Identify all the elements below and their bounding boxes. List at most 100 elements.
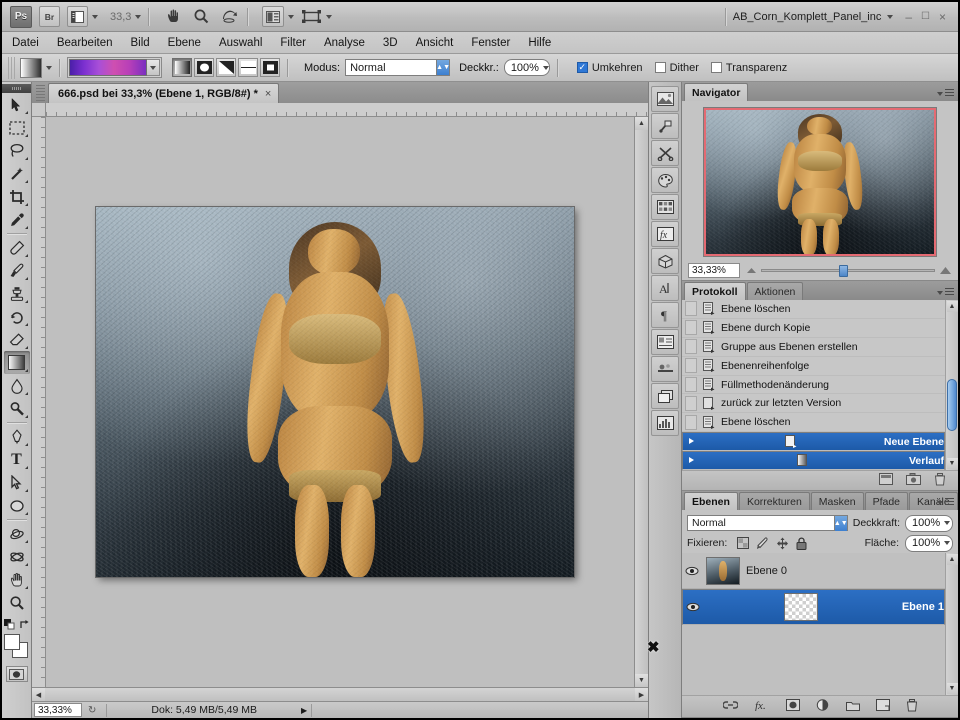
- tab-ebenen[interactable]: Ebenen: [684, 492, 738, 510]
- type-tool[interactable]: T: [4, 448, 30, 471]
- 3d-orbit-tool[interactable]: [4, 545, 30, 568]
- layer-opacity-input[interactable]: 100%: [905, 514, 953, 532]
- scissors-icon[interactable]: [651, 140, 679, 166]
- layer-blend-mode-select[interactable]: Normal ▲▼: [687, 515, 848, 531]
- animation-icon[interactable]: [651, 356, 679, 382]
- history-state-box[interactable]: [685, 377, 697, 392]
- hand-tool-button[interactable]: [163, 6, 184, 27]
- opacity-chevron-down-icon[interactable]: [542, 65, 549, 70]
- history-row[interactable]: zurück zur letzten Version: [682, 394, 945, 414]
- restore-button[interactable]: ☐: [921, 11, 930, 22]
- tab-navigator[interactable]: Navigator: [684, 83, 749, 101]
- menu-filter[interactable]: Filter: [280, 37, 306, 49]
- checkbox-transparenz[interactable]: Transparenz: [710, 62, 787, 74]
- link-layers-icon[interactable]: [721, 700, 739, 713]
- menu-hilfe[interactable]: Hilfe: [528, 37, 551, 49]
- gradient-preset-chevron-down-icon[interactable]: [147, 59, 160, 76]
- history-panel-menu-icon[interactable]: [933, 288, 954, 297]
- delete-state-icon[interactable]: [934, 472, 946, 489]
- gradient-preview-swatch[interactable]: [69, 59, 147, 76]
- lock-image-pixels-icon[interactable]: [756, 537, 769, 549]
- ellipse-shape-tool[interactable]: [4, 494, 30, 517]
- screen-mode-button[interactable]: [262, 6, 285, 27]
- blend-mode-chevron-icon[interactable]: ▲▼: [436, 60, 450, 75]
- menu-datei[interactable]: Datei: [12, 37, 39, 49]
- navigator-zoom-input[interactable]: 33,33%: [688, 262, 740, 278]
- rectangular-marquee-tool[interactable]: [4, 116, 30, 139]
- rotate-view-tool-button[interactable]: [219, 6, 240, 27]
- gradient-picker[interactable]: [67, 57, 162, 78]
- minimize-button[interactable]: –: [905, 10, 912, 24]
- history-state-box[interactable]: [685, 358, 697, 374]
- mini-bridge-icon[interactable]: [651, 86, 679, 112]
- opacity-input[interactable]: 100%: [503, 59, 550, 76]
- artboard-image[interactable]: [96, 207, 574, 577]
- view-extras-chevron-down-icon[interactable]: [92, 14, 98, 19]
- menu-analyse[interactable]: Analyse: [324, 37, 365, 49]
- zoom-in-icon[interactable]: [939, 265, 952, 276]
- canvas-viewport[interactable]: [46, 117, 634, 687]
- umkehren-checkbox[interactable]: ✓: [576, 62, 588, 73]
- color-panel-icon[interactable]: [651, 167, 679, 193]
- navigator-zoom-slider[interactable]: [746, 263, 952, 278]
- status-popup-arrow-icon[interactable]: ▶: [301, 706, 307, 715]
- clone-stamp-tool[interactable]: [4, 282, 30, 305]
- status-refresh-icon[interactable]: ↻: [88, 705, 96, 716]
- 3d-rotate-tool[interactable]: [4, 522, 30, 545]
- spot-healing-brush-tool[interactable]: [4, 236, 30, 259]
- view-extras-button[interactable]: [67, 6, 88, 27]
- menu-fenster[interactable]: Fenster: [471, 37, 510, 49]
- zoom-tool[interactable]: [4, 591, 30, 614]
- quick-mask-button[interactable]: [5, 666, 28, 682]
- blend-mode-select[interactable]: Normal ▲▼: [345, 59, 451, 76]
- ruler-corner[interactable]: [32, 103, 46, 117]
- styles-icon[interactable]: fx: [651, 221, 679, 247]
- layers-scrollbar[interactable]: ▲ ▼: [945, 553, 958, 695]
- tab-masken[interactable]: Masken: [810, 492, 864, 510]
- 3d-panel-icon[interactable]: [651, 248, 679, 274]
- swap-colors-icon[interactable]: [19, 619, 30, 630]
- scroll-up-arrow-icon[interactable]: ▲: [635, 117, 648, 130]
- histogram-icon[interactable]: [651, 410, 679, 436]
- layers-panel-menu-icon[interactable]: [933, 498, 954, 507]
- menu-ebene[interactable]: Ebene: [168, 37, 201, 49]
- lasso-tool[interactable]: [4, 139, 30, 162]
- zoom-slider-thumb[interactable]: [839, 264, 849, 277]
- transparenz-checkbox[interactable]: [710, 62, 722, 73]
- scroll-right-arrow-icon[interactable]: ▶: [635, 688, 648, 701]
- history-row[interactable]: Verlauf: [682, 451, 945, 470]
- zoom-tool-button[interactable]: [191, 6, 212, 27]
- eraser-tool[interactable]: [4, 328, 30, 351]
- document-chevron-down-icon[interactable]: [887, 14, 894, 19]
- toolbox-grip[interactable]: [2, 84, 31, 93]
- document-vertical-scrollbar[interactable]: ▲ ▼: [634, 117, 648, 687]
- layers-scroll-down-icon[interactable]: ▼: [946, 683, 958, 694]
- pen-tool[interactable]: [4, 425, 30, 448]
- tab-protokoll[interactable]: Protokoll: [684, 282, 746, 300]
- history-row[interactable]: Ebene löschen: [682, 300, 945, 319]
- history-state-box[interactable]: [685, 301, 697, 317]
- tab-korrekturen[interactable]: Korrekturen: [738, 492, 810, 510]
- navigator-thumbnail[interactable]: [704, 108, 936, 256]
- status-zoom-input[interactable]: 33,33%: [34, 703, 82, 717]
- lock-transparent-pixels-icon[interactable]: [737, 537, 750, 549]
- layers-scroll-up-icon[interactable]: ▲: [946, 554, 958, 565]
- paragraph-icon[interactable]: ¶: [651, 302, 679, 328]
- color-swatches[interactable]: [3, 634, 30, 660]
- tool-preset-chevron-down-icon[interactable]: [46, 65, 52, 70]
- menu-auswahl[interactable]: Auswahl: [219, 37, 262, 49]
- history-state-box[interactable]: [686, 434, 698, 449]
- history-state-box[interactable]: [685, 414, 697, 430]
- history-row[interactable]: Ebene löschen: [682, 413, 945, 433]
- layer-mask-icon[interactable]: [785, 699, 800, 714]
- layer-name[interactable]: Ebene 0: [746, 565, 787, 577]
- create-document-from-state-icon[interactable]: [879, 473, 893, 488]
- current-tool-thumbnail-icon[interactable]: [20, 57, 42, 78]
- workspace-switcher-button[interactable]: [301, 6, 322, 27]
- history-list[interactable]: Ebene löschen Ebene durch Kopie Gruppe a…: [682, 300, 958, 470]
- vertical-ruler[interactable]: [32, 117, 46, 687]
- new-group-icon[interactable]: [845, 700, 860, 714]
- history-row[interactable]: Ebenenreihenfolge: [682, 357, 945, 376]
- tab-aktionen[interactable]: Aktionen: [746, 282, 804, 300]
- history-state-box[interactable]: [685, 320, 697, 336]
